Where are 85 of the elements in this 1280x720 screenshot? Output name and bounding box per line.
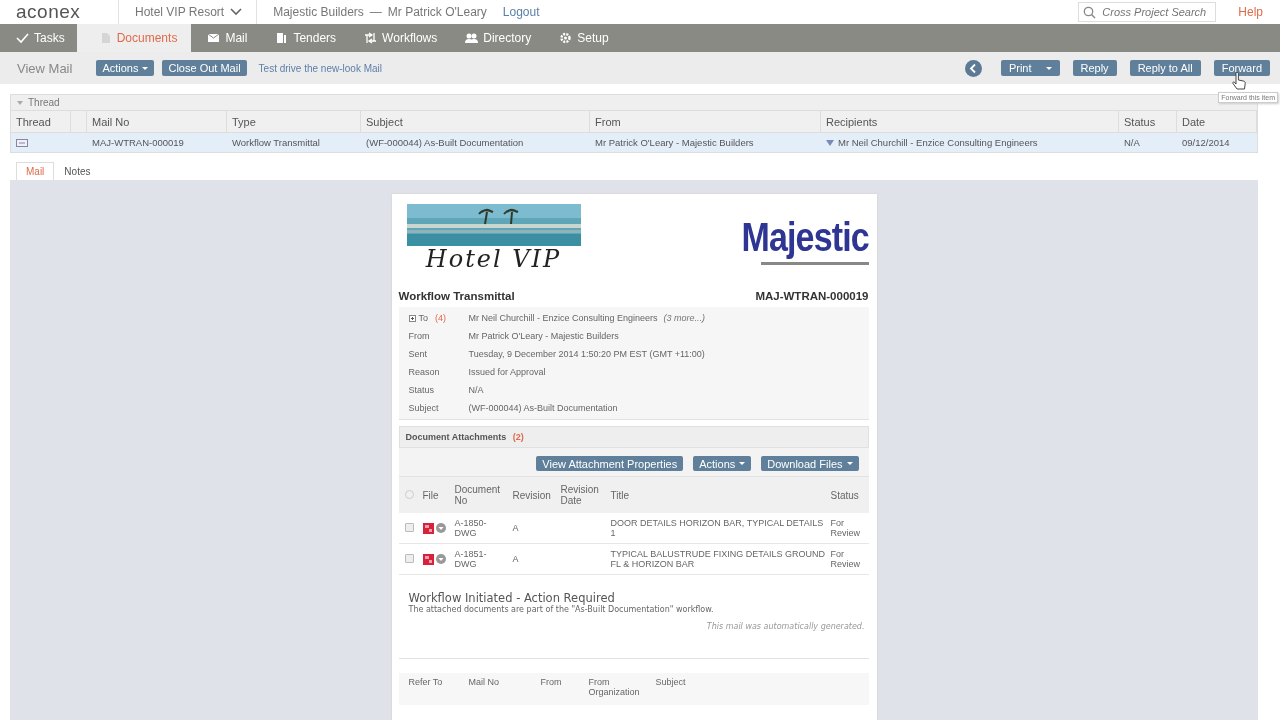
field-value: Issued for Approval xyxy=(468,367,546,377)
workflow-text: The attached documents are part of the "As-Built Documentation" workflow. xyxy=(408,605,715,614)
user-name: Mr Patrick O'Leary xyxy=(387,5,487,19)
mail-type: Workflow Transmittal xyxy=(398,290,515,302)
table-cell: Mr Patrick O'Leary - Majestic Builders xyxy=(595,137,754,148)
toolbar-button[interactable]: Forward xyxy=(1213,60,1270,76)
field-value: Mr Neil Churchill - Enzice Consulting Engineers xyxy=(468,313,658,323)
attachment-button[interactable]: Download Files xyxy=(761,456,859,471)
column-header[interactable]: Revision xyxy=(512,489,561,501)
more-recipients-link[interactable]: (3 more...) xyxy=(663,313,706,323)
table-cell-text: For Review xyxy=(830,518,861,538)
logout-link[interactable]: Logout xyxy=(502,5,540,19)
column-header[interactable]: Document No xyxy=(454,484,513,506)
nav-tab[interactable]: Directory xyxy=(449,24,544,52)
table-cell-text: A xyxy=(512,523,520,533)
column-header[interactable]: Revision Date xyxy=(560,484,611,506)
column-header[interactable]: Type xyxy=(227,111,361,132)
field-label: From xyxy=(408,331,430,341)
field-label: Reason xyxy=(408,367,440,377)
column-header[interactable]: Thread xyxy=(11,111,71,132)
toolbar-button[interactable]: Close Out Mail xyxy=(162,60,247,76)
field-value: Mr Patrick O'Leary - Majestic Builders xyxy=(468,331,619,341)
attachment-count: (2) xyxy=(512,432,524,442)
nav-tab[interactable]: Mail xyxy=(191,24,260,52)
thread-row[interactable]: MAJ-WTRAN-000019 Workflow Transmittal (WF-000044) As-Built Documentation Mr Patrick O'Leary - Majestic Builders Mr Neil Churchill - Enzice Consulting Engineers N/A 09/12/2014 xyxy=(10,133,1258,153)
field-label: Subject xyxy=(408,403,439,413)
table-cell-text: For Review xyxy=(830,549,861,569)
column-header[interactable]: Status xyxy=(1119,111,1177,132)
nav-tab[interactable]: Setup xyxy=(543,24,621,52)
column-header[interactable]: From xyxy=(590,111,821,132)
table-cell: N/A xyxy=(1124,137,1140,148)
section-title: Document Attachments xyxy=(405,432,507,442)
column-header[interactable]: Subject xyxy=(361,111,590,132)
column-header[interactable]: Mail No xyxy=(87,111,227,132)
recipient-count: (4) xyxy=(435,313,446,323)
organization-name: Majestic Builders xyxy=(273,5,364,19)
column-header: Refer To xyxy=(408,677,444,689)
workflow-heading: Workflow Initiated - Action Required xyxy=(408,591,615,605)
field-value: Tuesday, 9 December 2014 1:50:20 PM EST (GMT +11:00) xyxy=(468,349,705,359)
column-header[interactable]: Recipients xyxy=(821,111,1119,132)
toolbar-button[interactable]: Actions xyxy=(96,60,155,76)
tab[interactable]: Notes xyxy=(54,162,101,180)
column-header[interactable]: Status xyxy=(830,489,869,501)
field-label: Status xyxy=(408,385,434,395)
table-cell-text: DOOR DETAILS HORIZON BAR, TYPICAL DETAILS 1 xyxy=(610,518,825,538)
attachment-button[interactable]: Actions xyxy=(693,456,752,471)
toolbar-button[interactable]: Reply to All xyxy=(1129,60,1201,76)
new-look-link[interactable]: Test drive the new-look Mail xyxy=(258,62,382,74)
column-header[interactable]: Date xyxy=(1177,111,1257,132)
aconex-logo[interactable]: aconex xyxy=(0,1,118,23)
dash-separator: — xyxy=(369,5,382,19)
toolbar-button[interactable]: Reply xyxy=(1072,60,1117,76)
hotel-logo-text: Hotel VIP xyxy=(425,246,562,272)
help-link[interactable]: Help xyxy=(1238,5,1263,19)
column-header[interactable]: File xyxy=(422,489,455,501)
table-cell: (WF-000044) As-Built Documentation xyxy=(366,137,524,148)
table-cell: 09/12/2014 xyxy=(1182,137,1230,148)
project-selector[interactable]: Hotel VIP Resort xyxy=(119,5,257,19)
field-label: To xyxy=(418,313,428,323)
nav-tab[interactable]: Documents xyxy=(76,24,192,52)
column-header: Mail No xyxy=(468,677,500,689)
column-header[interactable]: Title xyxy=(610,489,831,501)
table-cell: MAJ-WTRAN-000019 xyxy=(92,137,184,148)
field-value: N/A xyxy=(468,385,484,395)
field-value: (WF-000044) As-Built Documentation xyxy=(468,403,618,413)
table-cell-text: A-1850-DWG xyxy=(454,518,488,538)
page-title: View Mail xyxy=(17,60,73,76)
tab[interactable]: Mail xyxy=(16,162,55,180)
table-cell: Mr Neil Churchill - Enzice Consulting Engineers xyxy=(838,137,1038,148)
table-cell-text: TYPICAL BALUSTRUDE FIXING DETAILS GROUND FL & HORIZON BAR xyxy=(610,549,827,569)
mail-number: MAJ-WTRAN-000019 xyxy=(755,290,869,302)
column-header: From xyxy=(540,677,563,689)
table-cell: Workflow Transmittal xyxy=(232,137,320,148)
nav-tab[interactable]: Tenders xyxy=(259,24,349,52)
search-field[interactable]: Cross Project Search xyxy=(1078,2,1217,22)
column-header: From Organization xyxy=(588,677,641,697)
attachment-button[interactable]: View Attachment Properties xyxy=(536,456,684,471)
field-label: Sent xyxy=(408,349,427,359)
nav-tab[interactable]: Tasks xyxy=(0,24,77,52)
table-cell-text: A xyxy=(512,554,520,564)
auto-note: This mail was automatically generated. xyxy=(706,622,865,631)
table-cell-text: A-1851-DWG xyxy=(454,549,488,569)
nav-tab[interactable]: Workflows xyxy=(348,24,450,52)
toolbar-button[interactable]: Print xyxy=(1000,60,1060,76)
column-header: Subject xyxy=(655,677,687,689)
